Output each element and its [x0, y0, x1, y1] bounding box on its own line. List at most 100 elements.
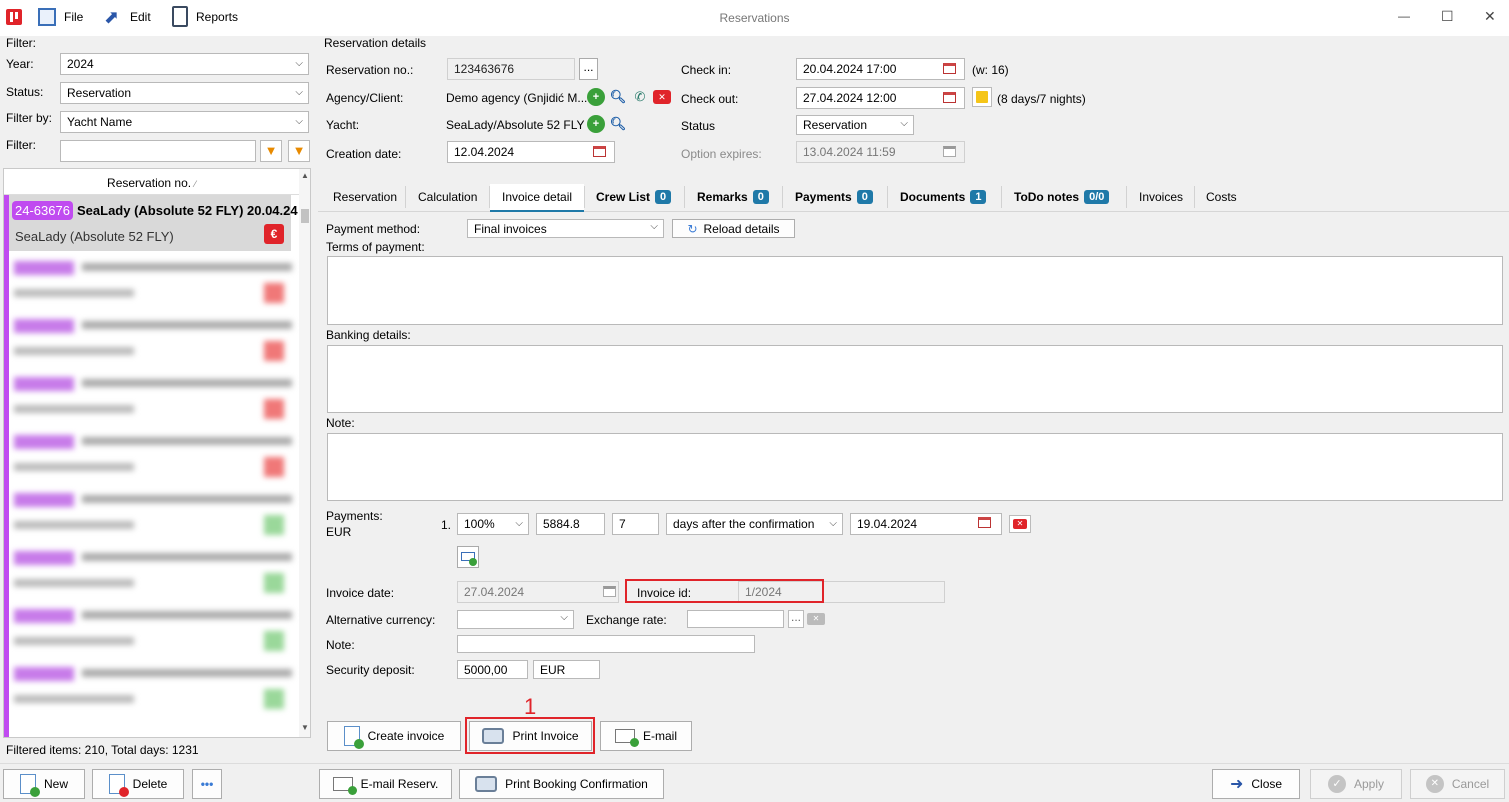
scroll-thumb[interactable]: [301, 209, 309, 223]
add-payment-button[interactable]: [457, 546, 479, 568]
payment-amount-field[interactable]: 5884.8: [536, 513, 605, 535]
payment-method-select[interactable]: Final invoices ⌵: [467, 219, 664, 238]
list-item[interactable]: [14, 489, 292, 545]
filterby-select[interactable]: Yacht Name ⌵: [60, 111, 309, 133]
chevron-down-icon: ⌵: [295, 116, 303, 127]
remove-payment-button[interactable]: ✕: [1009, 515, 1031, 533]
alt-currency-select[interactable]: ⌵: [457, 610, 574, 629]
close-window-button[interactable]: ✕: [1484, 8, 1496, 25]
tab-badge: 0: [752, 190, 769, 204]
calendar-icon[interactable]: [978, 517, 991, 528]
note-textarea[interactable]: [327, 433, 1503, 501]
minimize-button[interactable]: —: [1398, 9, 1410, 23]
delete-button[interactable]: Delete: [92, 769, 184, 799]
year-select[interactable]: 2024 ⌵: [60, 53, 309, 75]
close-button[interactable]: ➜ Close: [1212, 769, 1300, 799]
list-item[interactable]: [14, 663, 292, 719]
add-client-button[interactable]: +: [587, 88, 605, 106]
scroll-down-icon[interactable]: ▼: [301, 723, 309, 732]
calendar-icon[interactable]: [593, 146, 606, 157]
security-deposit-currency[interactable]: EUR: [533, 660, 600, 679]
exchange-rate-field[interactable]: [687, 610, 784, 628]
reload-details-button[interactable]: ↻ Reload details: [672, 219, 795, 238]
security-deposit-field[interactable]: 5000,00: [457, 660, 528, 679]
call-client-button[interactable]: ✆: [631, 88, 649, 106]
search-yacht-button[interactable]: 🔍︎: [609, 115, 627, 133]
list-item[interactable]: [14, 373, 292, 429]
search-client-button[interactable]: 🔍︎: [609, 88, 627, 106]
print-booking-button[interactable]: Print Booking Confirmation: [459, 769, 664, 799]
delete-document-icon: [108, 774, 129, 797]
more-button[interactable]: •••: [192, 769, 222, 799]
exchange-browse-button[interactable]: ...: [788, 610, 804, 628]
remove-client-button[interactable]: ✕: [653, 90, 671, 104]
checkout-field[interactable]: 27.04.2024 12:00: [796, 87, 965, 109]
agency-value: Demo agency (Gnjidić M...: [446, 91, 588, 105]
banking-textarea[interactable]: [327, 345, 1503, 413]
email-invoice-button[interactable]: E-mail: [600, 721, 692, 751]
tab-remarks[interactable]: Remarks 0: [697, 184, 769, 210]
invoice-date-label: Invoice date:: [326, 586, 395, 600]
tab-separator: [584, 186, 585, 208]
checkin-field[interactable]: 20.04.2024 17:00: [796, 58, 965, 80]
terms-textarea[interactable]: [327, 256, 1503, 325]
filter-funnel-button[interactable]: ▼: [260, 140, 282, 162]
creation-date-field[interactable]: 12.04.2024: [447, 141, 615, 163]
agency-label: Agency/Client:: [326, 91, 404, 105]
payment-rule-select[interactable]: days after the confirmation ⌵: [666, 513, 843, 535]
filter-input[interactable]: [60, 140, 256, 162]
note-button[interactable]: [972, 87, 992, 107]
tab-costs[interactable]: Costs: [1206, 184, 1237, 210]
reservation-no-field: 123463676: [447, 58, 575, 80]
payments-currency: EUR: [326, 525, 352, 539]
maximize-button[interactable]: ☐: [1441, 8, 1454, 25]
status-select[interactable]: Reservation ⌵: [60, 82, 309, 104]
list-item[interactable]: [14, 605, 292, 661]
tab-separator: [684, 186, 685, 208]
funnel-icon: ▼: [264, 143, 278, 158]
payment-days-field[interactable]: 7: [612, 513, 659, 535]
create-invoice-button[interactable]: Create invoice: [327, 721, 461, 751]
tab-badge: 0: [856, 190, 873, 204]
list-item[interactable]: [14, 431, 292, 487]
status-detail-select[interactable]: Reservation ⌵: [796, 115, 914, 135]
tab-invoices[interactable]: Invoices: [1139, 184, 1183, 210]
yacht-value: SeaLady/Absolute 52 FLY: [446, 118, 585, 132]
tab-todo-notes[interactable]: ToDo notes 0/0: [1014, 184, 1110, 210]
list-scrollbar[interactable]: ▲ ▼: [299, 169, 310, 737]
bottom-divider: [0, 763, 1509, 764]
new-button[interactable]: New: [3, 769, 85, 799]
tab-calculation[interactable]: Calculation: [418, 184, 477, 210]
tab-documents[interactable]: Documents 1: [900, 184, 987, 210]
tab-payments[interactable]: Payments 0: [795, 184, 873, 210]
email-reservation-button[interactable]: E-mail Reserv.: [319, 769, 452, 799]
list-item[interactable]: [14, 547, 292, 603]
cancel-button[interactable]: ✕ Cancel: [1410, 769, 1505, 799]
tab-crew-list[interactable]: Crew List 0: [596, 184, 672, 210]
clear-filter-button[interactable]: ▼: [288, 140, 310, 162]
payment-index: 1.: [441, 518, 452, 532]
status-detail-label: Status: [681, 119, 716, 133]
terms-label: Terms of payment:: [326, 240, 425, 254]
reservation-no-browse-button[interactable]: ...: [579, 58, 598, 80]
list-item-selected[interactable]: 24-63676 SeaLady (Absolute 52 FLY) 20.04…: [9, 195, 298, 251]
chevron-down-icon: ⌵: [515, 518, 523, 529]
invoice-date-field: 27.04.2024: [457, 581, 619, 603]
tab-reservation[interactable]: Reservation: [333, 184, 397, 210]
list-item[interactable]: [14, 315, 292, 371]
scroll-up-icon[interactable]: ▲: [301, 171, 309, 180]
payment-percent-select[interactable]: 100% ⌵: [457, 513, 529, 535]
list-column-header[interactable]: Reservation no. ⁄: [4, 169, 299, 195]
chevron-down-icon: ⌵: [650, 221, 658, 232]
tab-invoice-detail[interactable]: Invoice detail: [502, 184, 572, 210]
funnel-clear-icon: ▼: [292, 143, 306, 158]
tab-separator: [887, 186, 888, 208]
calendar-icon[interactable]: [943, 92, 956, 103]
print-invoice-highlight: [465, 717, 595, 754]
calendar-icon[interactable]: [943, 63, 956, 74]
exchange-clear-button[interactable]: ✕: [807, 613, 825, 625]
list-item[interactable]: [14, 257, 292, 313]
add-yacht-button[interactable]: +: [587, 115, 605, 133]
note2-field[interactable]: [457, 635, 755, 653]
apply-button[interactable]: ✓ Apply: [1310, 769, 1402, 799]
